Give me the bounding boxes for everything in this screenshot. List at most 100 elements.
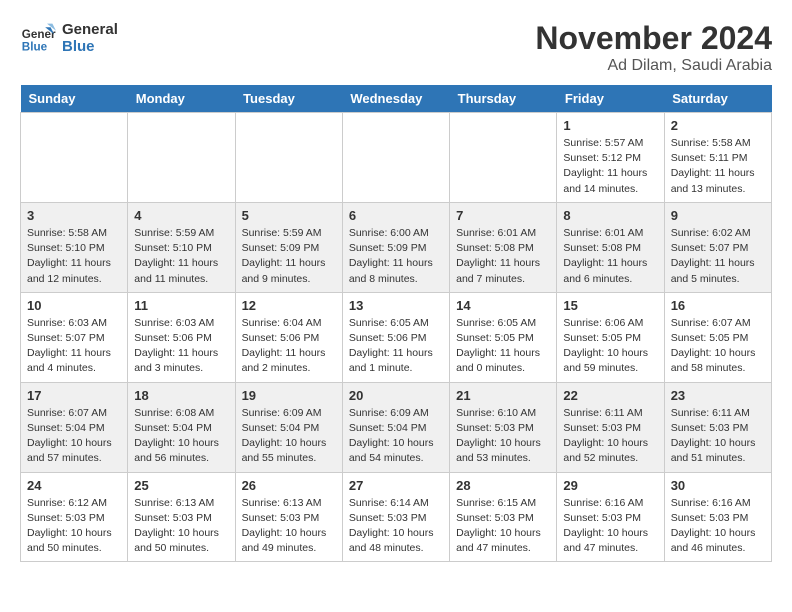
calendar-cell: 19 Sunrise: 6:09 AM Sunset: 5:04 PM Dayli…	[235, 382, 342, 472]
day-number: 11	[134, 298, 228, 313]
day-info: Sunrise: 6:05 AM Sunset: 5:06 PM Dayligh…	[349, 316, 443, 377]
calendar-cell: 26 Sunrise: 6:13 AM Sunset: 5:03 PM Dayli…	[235, 472, 342, 562]
day-number: 7	[456, 208, 550, 223]
calendar-cell	[450, 113, 557, 203]
day-info: Sunrise: 5:59 AM Sunset: 5:10 PM Dayligh…	[134, 226, 228, 287]
page-header: General Blue General Blue November 2024 …	[20, 20, 772, 75]
day-info: Sunrise: 6:12 AM Sunset: 5:03 PM Dayligh…	[27, 496, 121, 557]
calendar-cell: 23 Sunrise: 6:11 AM Sunset: 5:03 PM Dayli…	[664, 382, 771, 472]
day-number: 2	[671, 118, 765, 133]
calendar-cell: 2Sunrise: 5:58 AM Sunset: 5:11 PM Daylig…	[664, 113, 771, 203]
week-row-3: 10Sunrise: 6:03 AM Sunset: 5:07 PM Dayli…	[21, 292, 772, 382]
day-number: 3	[27, 208, 121, 223]
calendar-cell: 16Sunrise: 6:07 AM Sunset: 5:05 PM Dayli…	[664, 292, 771, 382]
day-number: 21	[456, 388, 550, 403]
header-day-wednesday: Wednesday	[342, 85, 449, 113]
day-number: 15	[563, 298, 657, 313]
calendar-cell: 12 Sunrise: 6:04 AM Sunset: 5:06 PM Dayli…	[235, 292, 342, 382]
day-info: Sunrise: 6:11 AM Sunset: 5:03 PM Dayligh…	[671, 406, 765, 467]
header-day-monday: Monday	[128, 85, 235, 113]
calendar-body: 1 Sunrise: 5:57 AM Sunset: 5:12 PM Daylig…	[21, 113, 772, 562]
header-day-saturday: Saturday	[664, 85, 771, 113]
calendar-cell: 20 Sunrise: 6:09 AM Sunset: 5:04 PM Dayli…	[342, 382, 449, 472]
day-number: 5	[242, 208, 336, 223]
title-area: November 2024 Ad Dilam, Saudi Arabia	[535, 20, 772, 75]
day-number: 17	[27, 388, 121, 403]
day-info: Sunrise: 6:09 AM Sunset: 5:04 PM Dayligh…	[242, 406, 336, 467]
day-number: 30	[671, 478, 765, 493]
day-info: Sunrise: 6:08 AM Sunset: 5:04 PM Dayligh…	[134, 406, 228, 467]
day-number: 13	[349, 298, 443, 313]
svg-text:Blue: Blue	[22, 41, 48, 54]
calendar-cell	[235, 113, 342, 203]
day-number: 8	[563, 208, 657, 223]
day-info: Sunrise: 5:57 AM Sunset: 5:12 PM Dayligh…	[563, 136, 657, 197]
month-title: November 2024	[535, 20, 772, 57]
day-number: 4	[134, 208, 228, 223]
day-info: Sunrise: 6:14 AM Sunset: 5:03 PM Dayligh…	[349, 496, 443, 557]
day-info: Sunrise: 6:09 AM Sunset: 5:04 PM Dayligh…	[349, 406, 443, 467]
calendar-cell: 10Sunrise: 6:03 AM Sunset: 5:07 PM Dayli…	[21, 292, 128, 382]
calendar-cell: 29Sunrise: 6:16 AM Sunset: 5:03 PM Dayli…	[557, 472, 664, 562]
header-day-friday: Friday	[557, 85, 664, 113]
day-info: Sunrise: 5:58 AM Sunset: 5:10 PM Dayligh…	[27, 226, 121, 287]
calendar-cell: 28Sunrise: 6:15 AM Sunset: 5:03 PM Dayli…	[450, 472, 557, 562]
header-row: SundayMondayTuesdayWednesdayThursdayFrid…	[21, 85, 772, 113]
day-number: 23	[671, 388, 765, 403]
day-number: 10	[27, 298, 121, 313]
calendar-cell: 15 Sunrise: 6:06 AM Sunset: 5:05 PM Dayli…	[557, 292, 664, 382]
logo-line2: Blue	[62, 38, 118, 55]
calendar-cell: 8 Sunrise: 6:01 AM Sunset: 5:08 PM Daylig…	[557, 202, 664, 292]
header-day-sunday: Sunday	[21, 85, 128, 113]
calendar-cell: 1 Sunrise: 5:57 AM Sunset: 5:12 PM Daylig…	[557, 113, 664, 203]
day-number: 29	[563, 478, 657, 493]
day-info: Sunrise: 6:13 AM Sunset: 5:03 PM Dayligh…	[242, 496, 336, 557]
week-row-2: 3 Sunrise: 5:58 AM Sunset: 5:10 PM Daylig…	[21, 202, 772, 292]
week-row-5: 24 Sunrise: 6:12 AM Sunset: 5:03 PM Dayli…	[21, 472, 772, 562]
calendar-cell: 22Sunrise: 6:11 AM Sunset: 5:03 PM Dayli…	[557, 382, 664, 472]
day-number: 19	[242, 388, 336, 403]
day-number: 12	[242, 298, 336, 313]
location-subtitle: Ad Dilam, Saudi Arabia	[535, 57, 772, 75]
calendar-cell: 17 Sunrise: 6:07 AM Sunset: 5:04 PM Dayli…	[21, 382, 128, 472]
calendar-cell: 25Sunrise: 6:13 AM Sunset: 5:03 PM Dayli…	[128, 472, 235, 562]
logo-line1: General	[62, 21, 118, 38]
calendar-cell	[128, 113, 235, 203]
day-number: 1	[563, 118, 657, 133]
day-info: Sunrise: 6:01 AM Sunset: 5:08 PM Dayligh…	[563, 226, 657, 287]
day-info: Sunrise: 6:05 AM Sunset: 5:05 PM Dayligh…	[456, 316, 550, 377]
day-number: 27	[349, 478, 443, 493]
week-row-4: 17 Sunrise: 6:07 AM Sunset: 5:04 PM Dayli…	[21, 382, 772, 472]
day-info: Sunrise: 6:04 AM Sunset: 5:06 PM Dayligh…	[242, 316, 336, 377]
day-info: Sunrise: 6:15 AM Sunset: 5:03 PM Dayligh…	[456, 496, 550, 557]
day-number: 25	[134, 478, 228, 493]
day-info: Sunrise: 6:11 AM Sunset: 5:03 PM Dayligh…	[563, 406, 657, 467]
calendar-cell: 18Sunrise: 6:08 AM Sunset: 5:04 PM Dayli…	[128, 382, 235, 472]
week-row-1: 1 Sunrise: 5:57 AM Sunset: 5:12 PM Daylig…	[21, 113, 772, 203]
calendar-header: SundayMondayTuesdayWednesdayThursdayFrid…	[21, 85, 772, 113]
calendar-cell: 9 Sunrise: 6:02 AM Sunset: 5:07 PM Daylig…	[664, 202, 771, 292]
calendar-cell	[21, 113, 128, 203]
day-info: Sunrise: 6:02 AM Sunset: 5:07 PM Dayligh…	[671, 226, 765, 287]
calendar-cell: 3 Sunrise: 5:58 AM Sunset: 5:10 PM Daylig…	[21, 202, 128, 292]
calendar-cell: 14Sunrise: 6:05 AM Sunset: 5:05 PM Dayli…	[450, 292, 557, 382]
day-info: Sunrise: 6:03 AM Sunset: 5:06 PM Dayligh…	[134, 316, 228, 377]
day-number: 20	[349, 388, 443, 403]
logo-icon: General Blue	[20, 20, 56, 56]
day-info: Sunrise: 6:07 AM Sunset: 5:05 PM Dayligh…	[671, 316, 765, 377]
calendar-cell: 7 Sunrise: 6:01 AM Sunset: 5:08 PM Daylig…	[450, 202, 557, 292]
calendar-cell: 13 Sunrise: 6:05 AM Sunset: 5:06 PM Dayli…	[342, 292, 449, 382]
day-number: 24	[27, 478, 121, 493]
header-day-tuesday: Tuesday	[235, 85, 342, 113]
day-info: Sunrise: 6:07 AM Sunset: 5:04 PM Dayligh…	[27, 406, 121, 467]
day-info: Sunrise: 6:06 AM Sunset: 5:05 PM Dayligh…	[563, 316, 657, 377]
day-number: 6	[349, 208, 443, 223]
day-number: 26	[242, 478, 336, 493]
calendar-cell: 30Sunrise: 6:16 AM Sunset: 5:03 PM Dayli…	[664, 472, 771, 562]
calendar-cell: 24 Sunrise: 6:12 AM Sunset: 5:03 PM Dayli…	[21, 472, 128, 562]
logo: General Blue General Blue	[20, 20, 118, 56]
calendar-cell: 5Sunrise: 5:59 AM Sunset: 5:09 PM Daylig…	[235, 202, 342, 292]
day-number: 9	[671, 208, 765, 223]
day-info: Sunrise: 6:01 AM Sunset: 5:08 PM Dayligh…	[456, 226, 550, 287]
calendar-cell: 6Sunrise: 6:00 AM Sunset: 5:09 PM Daylig…	[342, 202, 449, 292]
